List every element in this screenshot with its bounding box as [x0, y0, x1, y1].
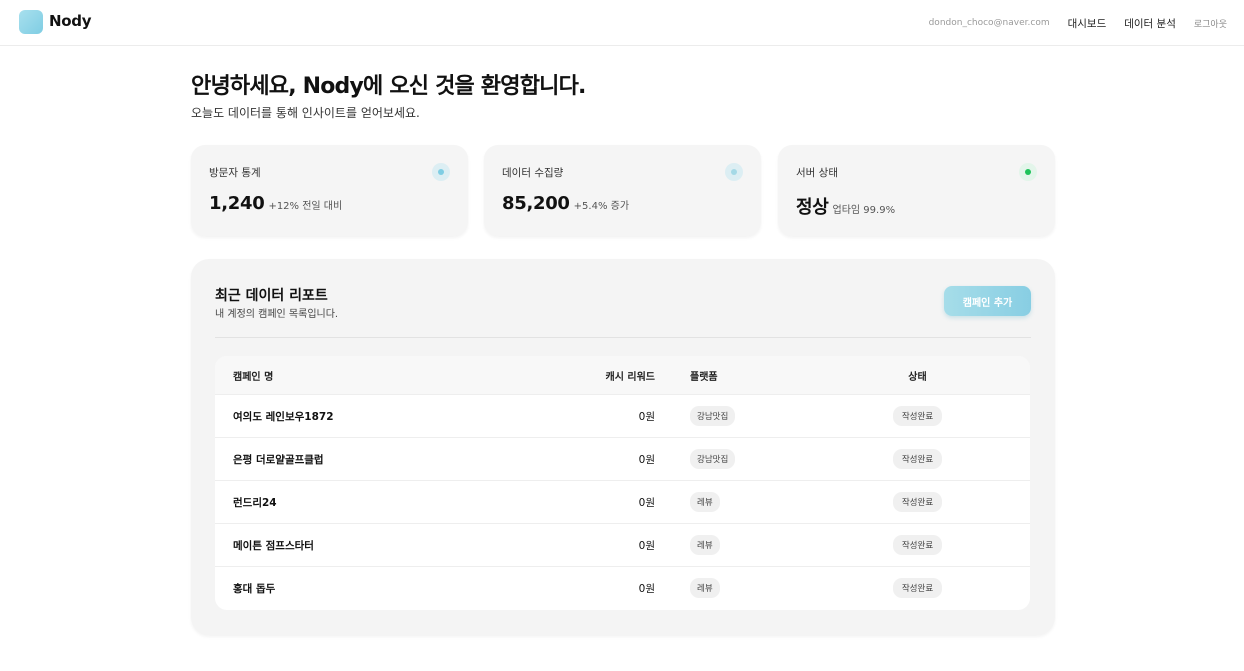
top-nav-bar: Nody dondon_choco@naver.com 대시보드 데이터 분석 … — [0, 0, 1244, 46]
logout-link[interactable]: 로그아웃 — [1194, 17, 1227, 30]
table-header: 캠페인 명 캐시 리워드 플랫폼 상태 — [215, 356, 1030, 394]
platform-badge: 강남맛집 — [690, 449, 736, 469]
campaign-reward: 0원 — [638, 410, 655, 423]
stat-card-visitors: 방문자 통계 1,240 +12% 전일 대비 — [191, 145, 468, 236]
status-badge: 작성완료 — [892, 449, 943, 469]
stat-number: 정상 — [796, 197, 829, 218]
report-title: 최근 데이터 리포트 — [215, 288, 328, 304]
platform-cell: 강남맛집 — [655, 449, 805, 469]
status-cell: 작성완료 — [805, 406, 1030, 426]
stat-value: 1,240 +12% 전일 대비 — [209, 193, 342, 214]
stat-label: 방문자 통계 — [209, 167, 261, 179]
platform-cell: 레뷰 — [655, 535, 805, 555]
column-header-status: 상태 — [908, 371, 927, 383]
user-email: dondon_choco@naver.com — [928, 18, 1050, 28]
status-badge: 작성완료 — [892, 535, 943, 555]
status-dot-icon — [432, 163, 450, 181]
brand-logo-icon[interactable] — [19, 10, 43, 34]
stat-value: 85,200 +5.4% 증가 — [502, 193, 629, 214]
column-header-name: 캠페인 명 — [233, 371, 274, 383]
table-row[interactable]: 런드리24 0원 레뷰 작성완료 — [215, 480, 1030, 523]
campaign-name: 홍대 돕두 — [233, 582, 276, 595]
add-campaign-button[interactable]: 캠페인 추가 — [944, 286, 1031, 316]
divider — [215, 337, 1031, 338]
platform-badge: 레뷰 — [690, 492, 720, 512]
table-row[interactable]: 여의도 레인보우1872 0원 강남맛집 작성완료 — [215, 394, 1030, 437]
platform-badge: 레뷰 — [690, 535, 720, 555]
campaign-reward: 0원 — [638, 582, 655, 595]
platform-cell: 강남맛집 — [655, 406, 805, 426]
status-cell: 작성완료 — [805, 449, 1030, 469]
status-badge: 작성완료 — [892, 492, 943, 512]
stat-label: 서버 상태 — [796, 167, 838, 179]
page-title: 안녕하세요, Nody에 오신 것을 환영합니다. — [191, 74, 586, 99]
nav-analytics-link[interactable]: 데이터 분석 — [1124, 16, 1176, 31]
campaign-reward: 0원 — [638, 496, 655, 509]
stat-delta: 업타임 99.9% — [832, 205, 896, 216]
campaign-name: 런드리24 — [233, 496, 277, 509]
stat-label: 데이터 수집량 — [502, 167, 564, 179]
server-online-icon — [1019, 163, 1037, 181]
page-subtitle: 오늘도 데이터를 통해 인사이트를 얻어보세요. — [191, 106, 420, 120]
status-badge: 작성완료 — [892, 578, 943, 598]
platform-cell: 레뷰 — [655, 578, 805, 598]
stat-card-server-status: 서버 상태 정상 업타임 99.9% — [778, 145, 1055, 236]
status-cell: 작성완료 — [805, 535, 1030, 555]
campaign-table: 캠페인 명 캐시 리워드 플랫폼 상태 여의도 레인보우1872 0원 강남맛집… — [215, 356, 1030, 610]
platform-cell: 레뷰 — [655, 492, 805, 512]
stat-card-data-volume: 데이터 수집량 85,200 +5.4% 증가 — [484, 145, 761, 236]
table-row[interactable]: 은평 더로얄골프클럽 0원 강남맛집 작성완료 — [215, 437, 1030, 480]
status-dot-icon — [725, 163, 743, 181]
table-row[interactable]: 메이튼 점프스타터 0원 레뷰 작성완료 — [215, 523, 1030, 566]
report-subtitle: 내 계정의 캠페인 목록입니다. — [215, 309, 339, 320]
brand-name[interactable]: Nody — [49, 12, 91, 30]
status-badge: 작성완료 — [892, 406, 943, 426]
stat-number: 1,240 — [209, 193, 265, 214]
status-cell: 작성완료 — [805, 578, 1030, 598]
stat-number: 85,200 — [502, 193, 570, 214]
header-nav: dondon_choco@naver.com 대시보드 데이터 분석 로그아웃 — [929, 0, 1227, 46]
campaign-name: 메이튼 점프스타터 — [233, 539, 314, 552]
recent-report-panel: 최근 데이터 리포트 내 계정의 캠페인 목록입니다. 캠페인 추가 캠페인 명… — [191, 259, 1055, 635]
status-cell: 작성완료 — [805, 492, 1030, 512]
campaign-name: 은평 더로얄골프클럽 — [233, 453, 324, 466]
table-row[interactable]: 홍대 돕두 0원 레뷰 작성완료 — [215, 566, 1030, 609]
column-header-platform: 플랫폼 — [690, 371, 718, 383]
campaign-reward: 0원 — [638, 539, 655, 552]
campaign-name: 여의도 레인보우1872 — [233, 410, 334, 423]
column-header-reward: 캐시 리워드 — [605, 371, 655, 383]
stat-delta: +5.4% 증가 — [573, 201, 630, 212]
stat-value: 정상 업타임 99.9% — [796, 193, 895, 219]
platform-badge: 레뷰 — [690, 578, 720, 598]
nav-dashboard-link[interactable]: 대시보드 — [1068, 16, 1107, 31]
platform-badge: 강남맛집 — [690, 406, 736, 426]
campaign-reward: 0원 — [638, 453, 655, 466]
stat-delta: +12% 전일 대비 — [268, 201, 343, 212]
